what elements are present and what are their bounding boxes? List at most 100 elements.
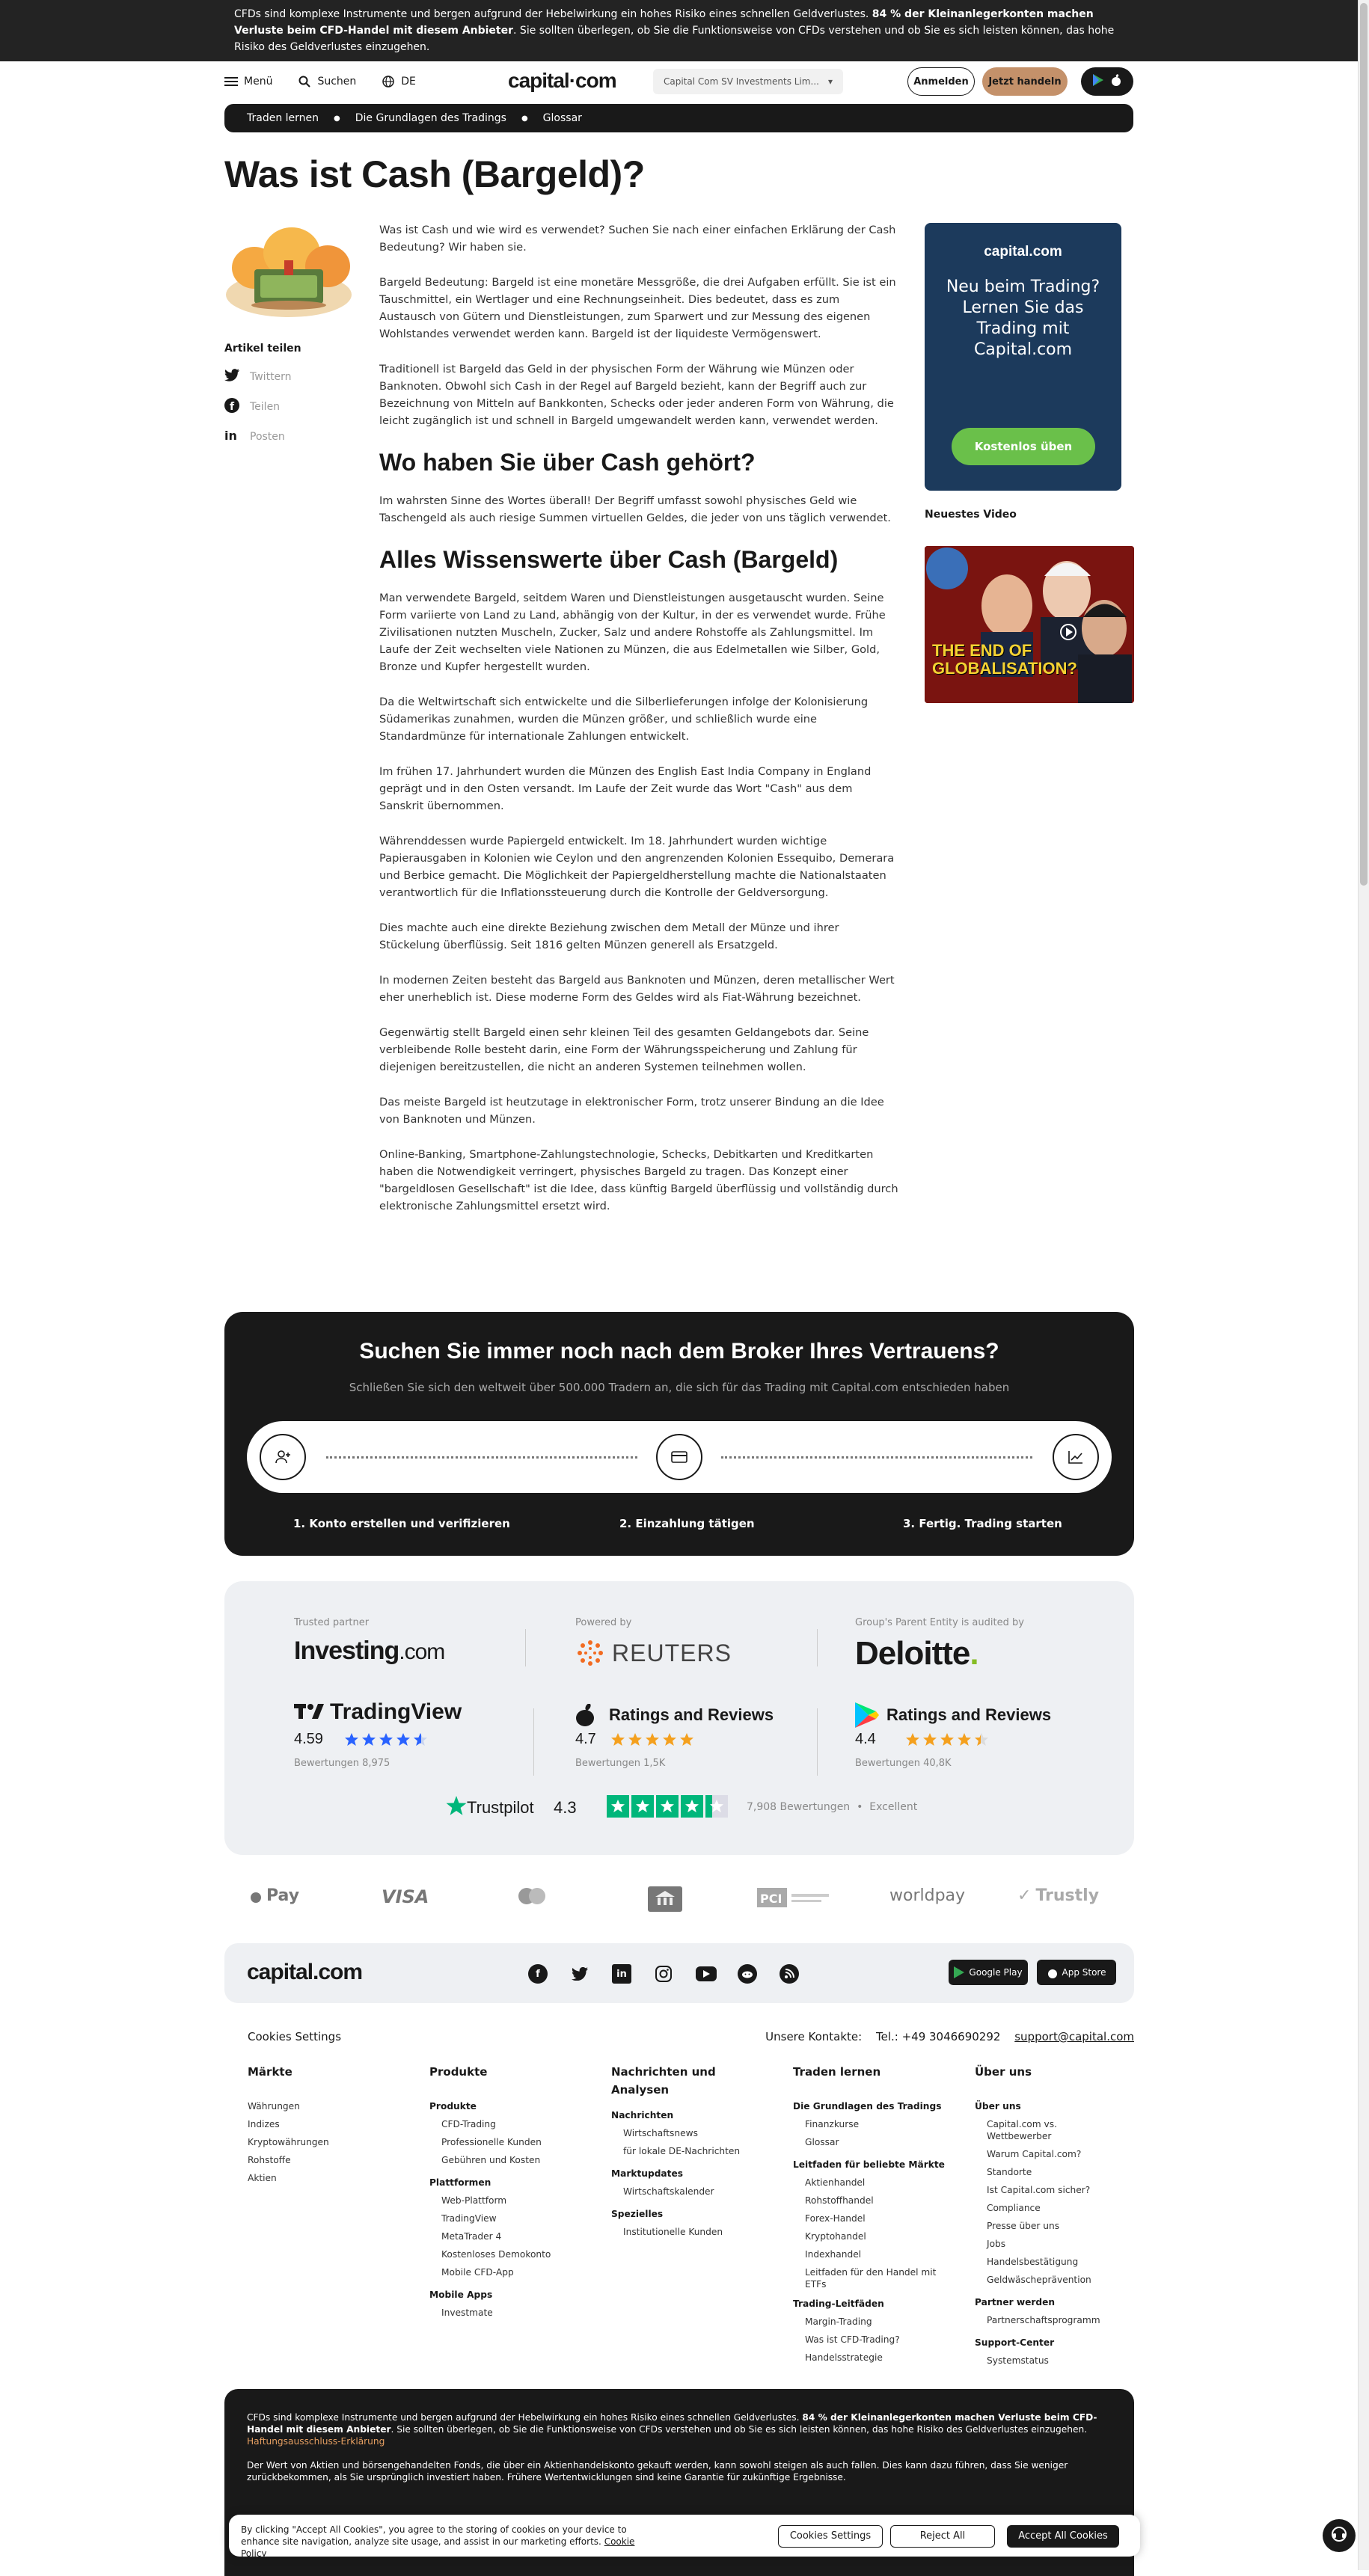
star-icon	[646, 1733, 659, 1746]
footer-link[interactable]: Professionelle Kunden	[429, 2133, 594, 2151]
footer-subheading[interactable]: Mobile Apps	[429, 2286, 594, 2304]
footer-link[interactable]: Leitfaden für den Handel mit ETFs	[793, 2263, 958, 2293]
footer-link[interactable]: TradingView	[429, 2209, 594, 2227]
svg-text:f: f	[230, 401, 235, 413]
footer-link[interactable]: MetaTrader 4	[429, 2227, 594, 2245]
site-logo[interactable]: capital·com	[508, 69, 617, 93]
footer-link[interactable]: Compliance	[975, 2199, 1124, 2217]
star-icon	[631, 1795, 654, 1818]
reuters-logo: REUTERS	[612, 1640, 732, 1666]
footer-link[interactable]: Web-Plattform	[429, 2192, 594, 2209]
footer-subheading[interactable]: Produkte	[429, 2097, 594, 2115]
share-twitter-button[interactable]: Twittern	[224, 362, 352, 392]
footer-subheading[interactable]: Spezielles	[611, 2205, 776, 2223]
cookie-settings-button[interactable]: Cookies Settings	[778, 2525, 883, 2548]
trade-now-button[interactable]: Jetzt handeln	[982, 67, 1068, 96]
page-scrollbar[interactable]	[1358, 0, 1369, 2570]
footer-subheading[interactable]: Marktupdates	[611, 2165, 776, 2183]
facebook-icon[interactable]: f	[528, 1964, 548, 1984]
footer-link[interactable]: Warum Capital.com?	[975, 2145, 1124, 2163]
entity-label: Capital Com SV Investments Lim...	[664, 76, 819, 87]
footer-link[interactable]: Was ist CFD-Trading?	[793, 2331, 958, 2349]
footer-link[interactable]: Jobs	[975, 2235, 1124, 2253]
footer-link[interactable]: Kryptowährungen	[248, 2133, 412, 2151]
language-button[interactable]: DE	[382, 75, 416, 88]
accept-all-button[interactable]: Accept All Cookies	[1007, 2525, 1119, 2548]
disclaimer-link[interactable]: Haftungsausschluss-Erklärung	[247, 2436, 385, 2447]
footer-link[interactable]: Aktienhandel	[793, 2174, 958, 2192]
footer-link[interactable]: Finanzkurse	[793, 2115, 958, 2133]
phone-link[interactable]: Tel.: +49 3046690292	[876, 2030, 1000, 2043]
entity-selector[interactable]: Capital Com SV Investments Lim... ▾	[653, 69, 843, 94]
footer-link[interactable]: Wirtschaftsnews	[611, 2124, 776, 2142]
footer-link[interactable]: Presse über uns	[975, 2217, 1124, 2235]
footer-subheading[interactable]: Support-Center	[975, 2334, 1124, 2352]
footer-subheading[interactable]: Nachrichten	[611, 2106, 776, 2124]
breadcrumb-item-glossar[interactable]: Glossar	[543, 112, 582, 124]
footer-link[interactable]: Kostenloses Demokonto	[429, 2245, 594, 2263]
footer-link[interactable]: Capital.com vs. Wettbewerber	[975, 2115, 1124, 2145]
scrollbar-thumb[interactable]	[1360, 3, 1368, 886]
footer-link[interactable]: Glossar	[793, 2133, 958, 2151]
footer-link[interactable]: Währungen	[248, 2097, 412, 2115]
linkedin-icon[interactable]: in	[612, 1964, 631, 1984]
reject-all-button[interactable]: Reject All	[890, 2525, 995, 2548]
footer-link[interactable]: Standorte	[975, 2163, 1124, 2181]
trustpilot-name: Trustpilot	[467, 1798, 534, 1817]
footer-subheading[interactable]: Leitfaden für beliebte Märkte	[793, 2156, 958, 2174]
footer-link[interactable]: CFD-Trading	[429, 2115, 594, 2133]
footer-link[interactable]: Kryptohandel	[793, 2227, 958, 2245]
footer-link[interactable]: Handelsstrategie	[793, 2349, 958, 2367]
sign-in-button[interactable]: Anmelden	[907, 67, 975, 96]
search-button[interactable]: Suchen	[298, 75, 356, 88]
footer-subheading[interactable]: Über uns	[975, 2097, 1124, 2115]
app-download-button[interactable]	[1081, 67, 1133, 96]
footer-subheading[interactable]: Die Grundlagen des Tradings	[793, 2097, 958, 2115]
footer-link[interactable]: Systemstatus	[975, 2352, 1124, 2370]
practice-free-button[interactable]: Kostenlos üben	[952, 428, 1095, 465]
rss-icon[interactable]	[780, 1964, 799, 1984]
footer-link[interactable]: Margin-Trading	[793, 2313, 958, 2331]
footer-link[interactable]: Indizes	[248, 2115, 412, 2133]
footer-link[interactable]: Handelsbestätigung	[975, 2253, 1124, 2271]
app-store-badge[interactable]: App Store	[1037, 1960, 1116, 1985]
footer-subheading[interactable]: Trading-Leitfäden	[793, 2295, 958, 2313]
trustpilot-review-count: 7,908 Bewertungen	[747, 1801, 851, 1813]
footer-link[interactable]: Investmate	[429, 2304, 594, 2322]
footer-link[interactable]: Institutionelle Kunden	[611, 2223, 776, 2241]
footer-col-title: Märkte	[248, 2065, 293, 2079]
reddit-icon[interactable]	[738, 1964, 757, 1984]
disclaimer-text-2: . Sie sollten überlegen, ob Sie die Funk…	[391, 2424, 1088, 2435]
twitter-icon[interactable]	[570, 1964, 589, 1984]
email-link[interactable]: support@capital.com	[1014, 2030, 1134, 2043]
google-play-badge[interactable]: Google Play	[949, 1960, 1028, 1985]
cookies-settings-link[interactable]: Cookies Settings	[248, 2030, 341, 2043]
footer-link[interactable]: Aktien	[248, 2169, 412, 2187]
footer-link[interactable]: Partnerschaftsprogramm	[975, 2311, 1124, 2329]
share-facebook-button[interactable]: f Teilen	[224, 392, 352, 422]
footer-link[interactable]: Geldwäscheprävention	[975, 2271, 1124, 2289]
footer-link[interactable]: Rohstoffhandel	[793, 2192, 958, 2209]
footer-link[interactable]: Rohstoffe	[248, 2151, 412, 2169]
breadcrumb-item-traden-lernen[interactable]: Traden lernen	[247, 112, 319, 124]
footer-subheading[interactable]: Plattformen	[429, 2174, 594, 2192]
youtube-icon[interactable]	[696, 1966, 717, 1981]
breadcrumb-item-grundlagen[interactable]: Die Grundlagen des Tradings	[355, 112, 506, 124]
latest-video-heading: Neuestes Video	[925, 509, 1017, 521]
footer-logo[interactable]: capital.com	[247, 1960, 363, 1985]
footer-col-title: Über uns	[975, 2065, 1032, 2079]
footer-link[interactable]: Ist Capital.com sicher?	[975, 2181, 1124, 2199]
latest-video-thumbnail[interactable]: THE END OF GLOBALISATION?	[925, 546, 1134, 703]
deloitte-label: Group's Parent Entity is audited by	[855, 1617, 1024, 1628]
share-linkedin-button[interactable]: in Posten	[224, 422, 352, 452]
footer-link[interactable]: Forex-Handel	[793, 2209, 958, 2227]
footer-link[interactable]: Wirtschaftskalender	[611, 2183, 776, 2201]
footer-subheading[interactable]: Partner werden	[975, 2293, 1124, 2311]
footer-link[interactable]: Gebühren und Kosten	[429, 2151, 594, 2169]
instagram-icon[interactable]	[654, 1964, 673, 1984]
footer-link[interactable]: Mobile CFD-App	[429, 2263, 594, 2281]
footer-link[interactable]: für lokale DE-Nachrichten	[611, 2142, 776, 2160]
menu-button[interactable]: Menü	[224, 75, 272, 88]
footer-link[interactable]: Indexhandel	[793, 2245, 958, 2263]
help-chat-button[interactable]	[1323, 2519, 1356, 2552]
